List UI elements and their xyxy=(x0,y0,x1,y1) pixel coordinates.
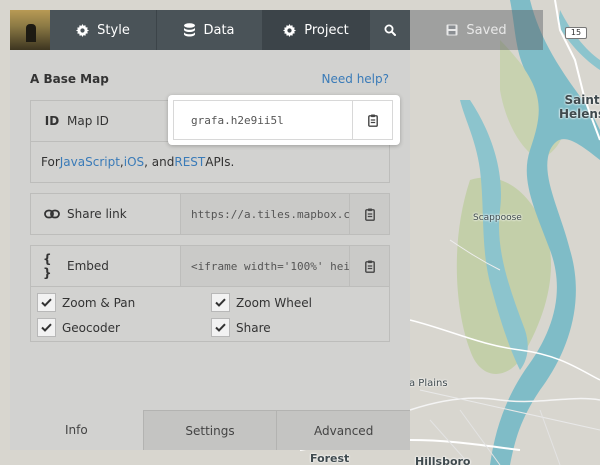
tab-style[interactable]: Style xyxy=(50,10,157,50)
map-label-saint-helens: Saint Helens xyxy=(559,93,600,121)
id-icon: ID xyxy=(44,114,60,128)
map-id-input[interactable]: grafa.h2e9ii5l xyxy=(174,101,352,139)
checkmark-icon xyxy=(215,323,226,332)
embed-row: { } Embed <iframe width='100%' height='5… xyxy=(31,246,389,286)
map-id-label: ID Map ID xyxy=(31,101,181,141)
map-label-forest: Forest xyxy=(310,452,350,465)
map-id-label-text: Map ID xyxy=(67,114,109,128)
top-toolbar: Style Data Project xyxy=(10,10,410,50)
search-icon xyxy=(384,24,396,36)
need-help-link[interactable]: Need help? xyxy=(322,72,389,86)
share-link-input[interactable]: https://a.tiles.mapbox.com/v4/grafa.h2e9… xyxy=(181,194,349,234)
saved-button[interactable]: Saved xyxy=(410,10,543,50)
option-geocoder[interactable]: Geocoder xyxy=(37,318,211,337)
database-icon xyxy=(184,23,196,37)
map-id-copy-button[interactable] xyxy=(352,101,392,139)
rest-link[interactable]: REST xyxy=(174,155,205,169)
clipboard-icon xyxy=(367,114,378,127)
clipboard-icon xyxy=(364,208,375,221)
tab-advanced[interactable]: Advanced xyxy=(276,410,411,450)
map-label-plains: a Plains xyxy=(409,378,448,389)
embed-card: { } Embed <iframe width='100%' height='5… xyxy=(30,245,390,342)
tab-data-label: Data xyxy=(203,22,235,38)
ios-link[interactable]: iOS xyxy=(124,155,144,169)
tab-project-label: Project xyxy=(304,22,349,38)
option-share[interactable]: Share xyxy=(211,318,385,337)
share-link-card: Share link https://a.tiles.mapbox.com/v4… xyxy=(30,193,390,235)
embed-code-input[interactable]: <iframe width='100%' height='500px' fram… xyxy=(181,246,349,286)
panel-title: A Base Map xyxy=(30,72,109,86)
search-button[interactable] xyxy=(370,10,410,50)
embed-label-text: Embed xyxy=(67,259,109,273)
save-icon xyxy=(446,24,458,36)
share-link-label: Share link xyxy=(31,194,181,234)
clipboard-icon xyxy=(364,260,375,273)
tab-project[interactable]: Project xyxy=(263,10,370,50)
zoom-wheel-checkbox[interactable] xyxy=(211,293,230,312)
checkmark-icon xyxy=(215,298,226,307)
zoom-pan-checkbox[interactable] xyxy=(37,293,56,312)
option-zoom-wheel[interactable]: Zoom Wheel xyxy=(211,293,385,312)
gear-icon xyxy=(283,23,297,37)
tab-style-label: Style xyxy=(97,22,130,38)
tab-data[interactable]: Data xyxy=(157,10,263,50)
highway-shield: 15 xyxy=(565,27,587,39)
share-link-row: Share link https://a.tiles.mapbox.com/v4… xyxy=(31,194,389,234)
share-checkbox[interactable] xyxy=(211,318,230,337)
javascript-link[interactable]: JavaScript xyxy=(60,155,120,169)
share-link-copy-button[interactable] xyxy=(349,194,389,234)
checkmark-icon xyxy=(41,298,52,307)
checkmark-icon xyxy=(41,323,52,332)
map-label-hillsboro: Hillsboro xyxy=(415,455,471,465)
tab-settings[interactable]: Settings xyxy=(142,410,277,450)
option-zoom-pan[interactable]: Zoom & Pan xyxy=(37,293,211,312)
map-id-field-highlight: grafa.h2e9ii5l xyxy=(168,95,400,145)
saved-label: Saved xyxy=(466,22,507,38)
gear-icon xyxy=(76,23,90,37)
link-icon xyxy=(43,209,61,219)
code-icon: { } xyxy=(43,252,52,280)
embed-copy-button[interactable] xyxy=(349,246,389,286)
project-thumbnail[interactable] xyxy=(10,10,50,50)
map-label-scappoose: Scappoose xyxy=(473,213,522,223)
embed-label: { } Embed xyxy=(31,246,181,286)
tab-info[interactable]: Info xyxy=(10,410,143,450)
map-id-field: grafa.h2e9ii5l xyxy=(173,100,393,140)
bottom-tab-bar: Info Settings Advanced xyxy=(10,410,411,450)
embed-options: Zoom & Pan Zoom Wheel Geocoder Share xyxy=(31,286,389,341)
share-link-label-text: Share link xyxy=(67,207,127,221)
geocoder-checkbox[interactable] xyxy=(37,318,56,337)
api-description: For JavaScript , iOS , and REST APIs. xyxy=(31,141,389,182)
